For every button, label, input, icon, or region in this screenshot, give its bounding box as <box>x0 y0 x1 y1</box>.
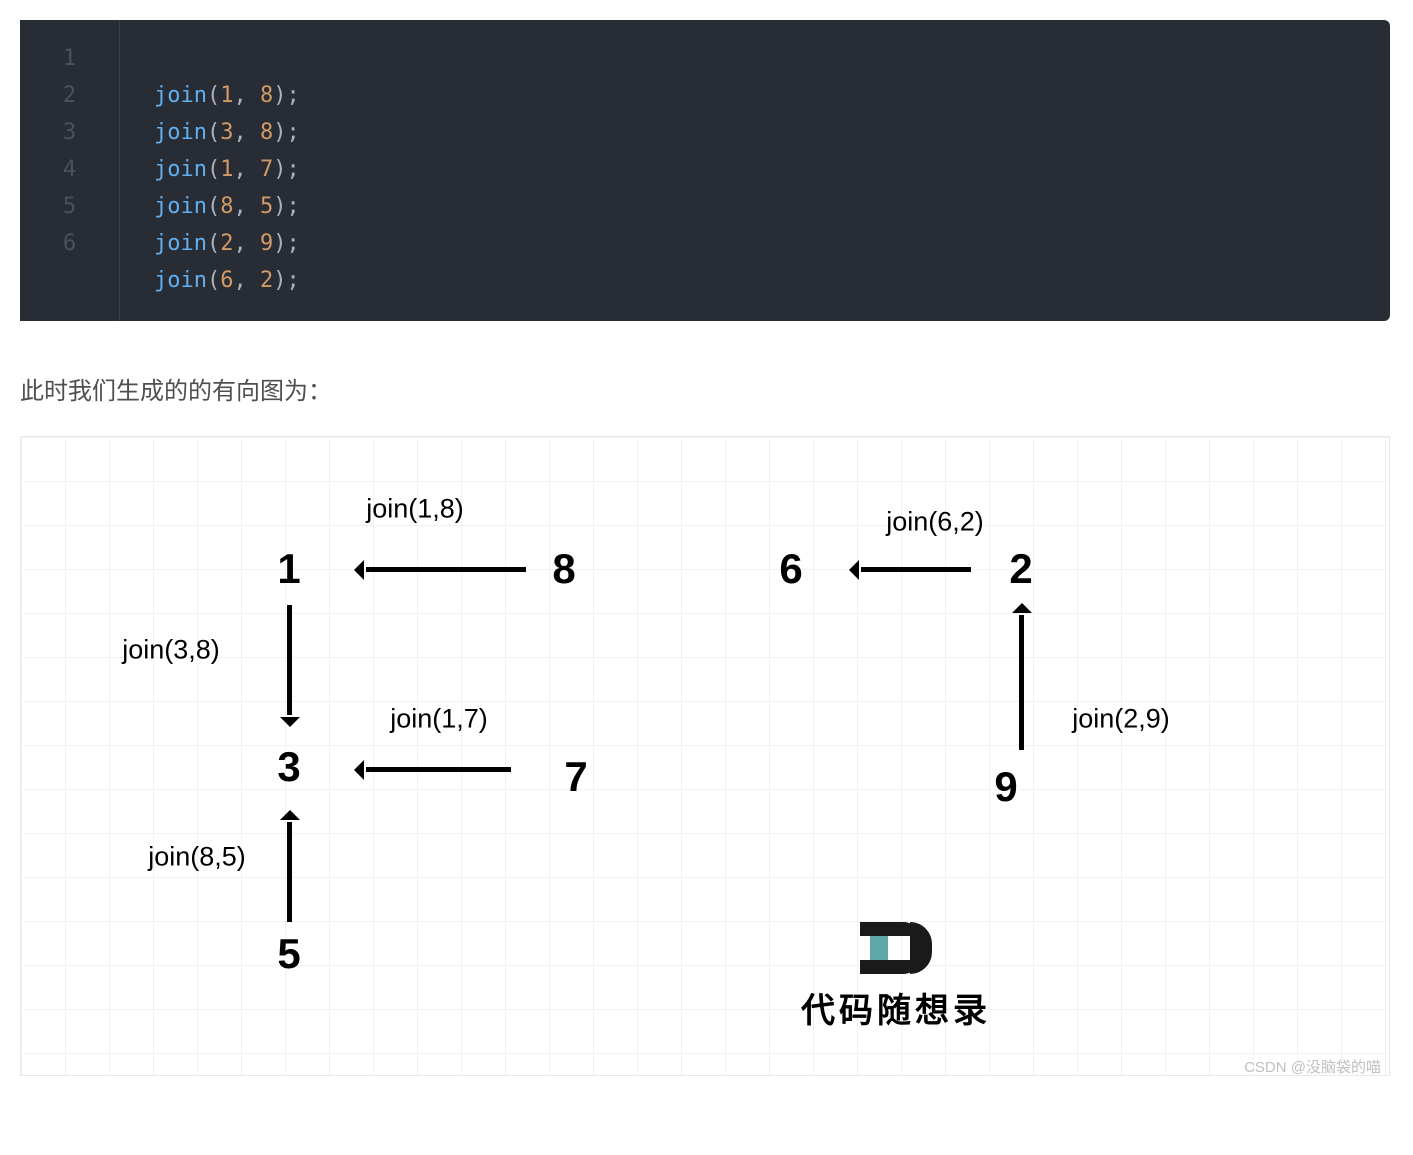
edge-label-join-1-8: join(1,8) <box>366 494 464 525</box>
fn-name: join <box>154 231 207 256</box>
arg: 2 <box>220 231 233 256</box>
arg: 8 <box>260 120 273 145</box>
line-number: 5 <box>20 188 119 225</box>
arrow-2-to-6 <box>861 567 971 572</box>
fn-name: join <box>154 83 207 108</box>
arg: 7 <box>260 157 273 182</box>
code-content: join(1, 8); join(3, 8); join(1, 7); join… <box>120 20 300 321</box>
arg: 1 <box>220 83 233 108</box>
arg: 8 <box>220 194 233 219</box>
line-number: 3 <box>20 114 119 151</box>
arg: 2 <box>260 268 273 293</box>
edge-label-join-6-2: join(6,2) <box>886 507 984 538</box>
logo: 代码随想录 <box>801 922 991 1032</box>
arg: 6 <box>220 268 233 293</box>
node-5: 5 <box>277 930 300 978</box>
node-8: 8 <box>552 545 575 593</box>
arg: 3 <box>220 120 233 145</box>
code-block: 1 2 3 4 5 6 join(1, 8); join(3, 8); join… <box>20 20 1390 321</box>
code-gutter: 1 2 3 4 5 6 <box>20 20 120 321</box>
edge-label-join-8-5: join(8,5) <box>148 842 246 873</box>
node-6: 6 <box>779 545 802 593</box>
arg: 9 <box>260 231 273 256</box>
node-3: 3 <box>277 743 300 791</box>
fn-name: join <box>154 194 207 219</box>
arg: 8 <box>260 83 273 108</box>
arg: 5 <box>260 194 273 219</box>
arrow-9-to-2 <box>1019 615 1024 750</box>
edge-label-join-1-7: join(1,7) <box>390 704 488 735</box>
node-1: 1 <box>277 545 300 593</box>
arrow-5-to-3 <box>287 822 292 922</box>
line-number: 2 <box>20 77 119 114</box>
arg: 1 <box>220 157 233 182</box>
edge-label-join-3-8: join(3,8) <box>122 635 220 666</box>
edge-label-join-2-9: join(2,9) <box>1072 704 1170 735</box>
logo-text: 代码随想录 <box>801 983 991 1032</box>
fn-name: join <box>154 157 207 182</box>
graph-diagram: 1 8 6 2 3 7 9 5 join(1,8) join(6,2) join… <box>20 436 1390 1076</box>
line-number: 4 <box>20 151 119 188</box>
node-7: 7 <box>564 753 587 801</box>
node-2: 2 <box>1009 545 1032 593</box>
fn-name: join <box>154 268 207 293</box>
arrow-8-to-1 <box>366 567 526 572</box>
watermark: CSDN @没脑袋的喵 <box>1244 1056 1381 1077</box>
line-number: 1 <box>20 40 119 77</box>
arrow-7-to-3 <box>366 767 511 772</box>
explanation-text: 此时我们生成的的有向图为： <box>20 371 1393 406</box>
logo-icon <box>860 922 932 974</box>
line-number: 6 <box>20 225 119 262</box>
arrow-1-to-3 <box>287 605 292 715</box>
fn-name: join <box>154 120 207 145</box>
node-9: 9 <box>994 763 1017 811</box>
